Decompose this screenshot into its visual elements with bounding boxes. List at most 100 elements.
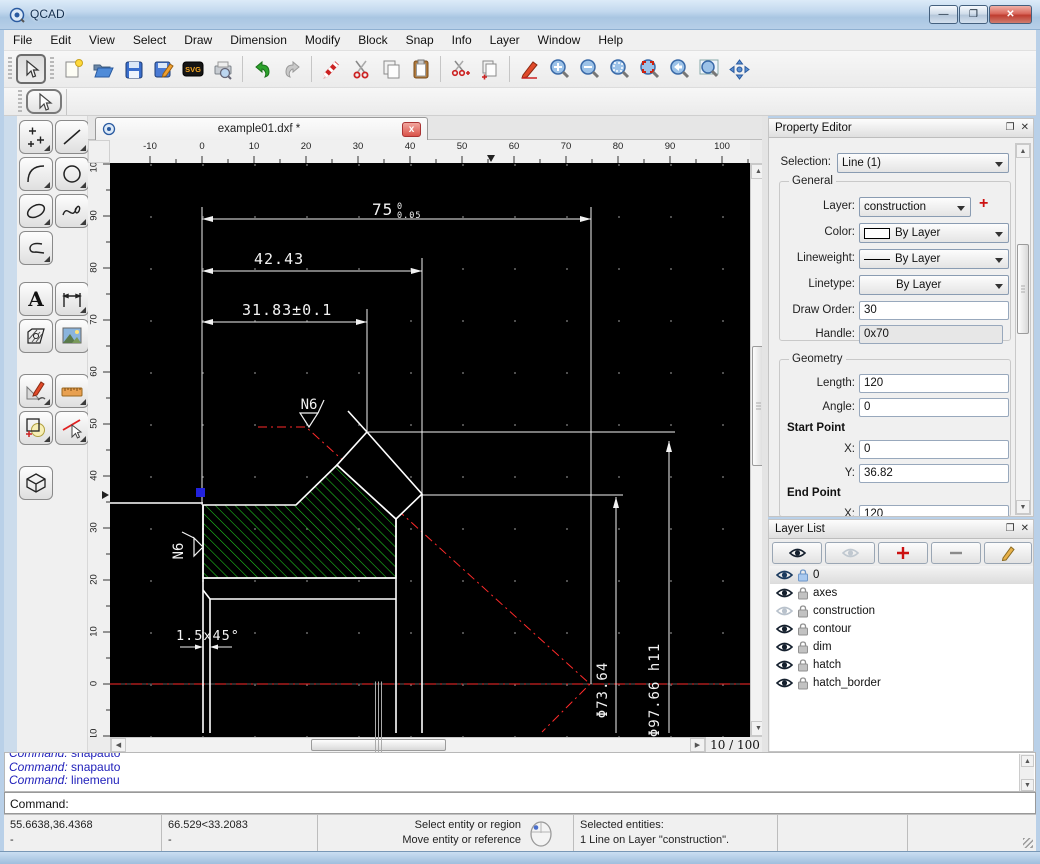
menu-view[interactable]: View — [80, 31, 124, 49]
layer-row-dim[interactable]: dim — [770, 638, 1034, 656]
menu-draw[interactable]: Draw — [175, 31, 221, 49]
cut-with-reference-button[interactable] — [445, 54, 475, 84]
print-preview-button[interactable] — [208, 54, 238, 84]
image-tool-button[interactable] — [55, 319, 89, 353]
drawing-canvas[interactable]: 75 0 0.05 42.43 31.83±0.1 1.5x45° Φ73.64… — [110, 163, 750, 737]
new-file-button[interactable] — [58, 54, 88, 84]
selection-dropdown[interactable]: Line (1) — [837, 153, 1009, 173]
save-button[interactable] — [118, 54, 148, 84]
scroll-thumb[interactable] — [1017, 244, 1029, 334]
scroll-left-button[interactable]: ◀ — [111, 738, 126, 752]
delete-button[interactable] — [316, 54, 346, 84]
cut-button[interactable] — [346, 54, 376, 84]
float-panel-icon[interactable]: ❐ — [1006, 122, 1015, 133]
layer-dropdown[interactable]: construction — [859, 197, 971, 217]
canvas-horizontal-scrollbar[interactable]: ◀ ▶ — [110, 737, 706, 753]
edit-layer-button[interactable] — [984, 542, 1032, 564]
selection-tool-button[interactable] — [16, 54, 46, 84]
text-tool-button[interactable]: A — [19, 282, 53, 316]
modify-tool-button[interactable] — [19, 411, 53, 445]
close-panel-icon[interactable]: ✕ — [1021, 523, 1029, 534]
history-scrollbar[interactable]: ▲ ▼ — [1019, 754, 1034, 792]
menu-snap[interactable]: Snap — [397, 31, 443, 49]
layer-row-0[interactable]: 0 — [770, 566, 1034, 584]
layer-row-hatch-border[interactable]: hatch_border — [770, 674, 1034, 692]
block-tool-button[interactable] — [19, 466, 53, 500]
zoom-window-button[interactable] — [694, 54, 724, 84]
menu-select[interactable]: Select — [124, 31, 175, 49]
add-custom-property-button[interactable]: + — [979, 195, 988, 213]
open-file-button[interactable] — [88, 54, 118, 84]
menu-dimension[interactable]: Dimension — [221, 31, 296, 49]
copy-with-reference-button[interactable] — [475, 54, 505, 84]
menu-file[interactable]: File — [4, 31, 41, 49]
auto-zoom-button[interactable] — [604, 54, 634, 84]
hide-all-layers-button[interactable] — [825, 542, 875, 564]
back-to-selection-button[interactable] — [26, 89, 62, 114]
info-tool-button[interactable] — [19, 374, 53, 408]
menu-modify[interactable]: Modify — [296, 31, 349, 49]
end-x-input[interactable]: 120 — [859, 505, 1009, 517]
show-all-layers-button[interactable] — [772, 542, 822, 564]
close-panel-icon[interactable]: ✕ — [1021, 122, 1029, 133]
menu-edit[interactable]: Edit — [41, 31, 80, 49]
scroll-up-button[interactable]: ▲ — [1021, 755, 1034, 767]
hatch-tool-button[interactable] — [19, 319, 53, 353]
layer-row-contour[interactable]: contour — [770, 620, 1034, 638]
minimize-button[interactable]: — — [929, 5, 958, 24]
linetype-dropdown[interactable]: By Layer — [859, 275, 1009, 295]
close-button[interactable]: ✕ — [989, 5, 1032, 24]
zoom-to-selection-button[interactable] — [634, 54, 664, 84]
point-tool-button[interactable] — [19, 120, 53, 154]
previous-view-button[interactable] — [664, 54, 694, 84]
layer-row-hatch[interactable]: hatch — [770, 656, 1034, 674]
scroll-right-button[interactable]: ▶ — [690, 738, 705, 752]
line-tool-button[interactable] — [55, 120, 89, 154]
redo-button[interactable] — [277, 54, 307, 84]
paste-button[interactable] — [406, 54, 436, 84]
svg-export-button[interactable]: SVG — [178, 54, 208, 84]
color-dropdown[interactable]: By Layer — [859, 223, 1009, 243]
scroll-up-button[interactable]: ▲ — [1016, 144, 1030, 158]
add-layer-button[interactable] — [878, 542, 928, 564]
spline-tool-button[interactable] — [55, 194, 89, 228]
start-x-input[interactable]: 0 — [859, 440, 1009, 459]
selection-handle[interactable] — [196, 488, 205, 497]
maximize-button[interactable]: ❐ — [959, 5, 988, 24]
undo-button[interactable] — [247, 54, 277, 84]
copy-button[interactable] — [376, 54, 406, 84]
resize-grip[interactable] — [1023, 838, 1033, 848]
menu-info[interactable]: Info — [443, 31, 481, 49]
layer-row-construction[interactable]: construction — [770, 602, 1034, 620]
circle-tool-button[interactable] — [55, 157, 89, 191]
remove-layer-button[interactable] — [931, 542, 981, 564]
polyline-tool-button[interactable] — [19, 231, 53, 265]
float-panel-icon[interactable]: ❐ — [1006, 523, 1015, 534]
tab-close-button[interactable]: x — [402, 122, 421, 137]
horizontal-scroll-thumb[interactable] — [311, 739, 446, 751]
length-input[interactable]: 120 — [859, 374, 1009, 393]
draw-pencil-button[interactable] — [514, 54, 544, 84]
title-bar[interactable]: QCAD — ❐ ✕ — [0, 0, 1040, 30]
dimension-tool-button[interactable] — [55, 282, 89, 316]
layer-row-axes[interactable]: axes — [770, 584, 1034, 602]
property-editor-scrollbar[interactable]: ▲ ▼ — [1015, 143, 1031, 515]
document-tab[interactable]: example01.dxf * x — [95, 117, 428, 140]
angle-input[interactable]: 0 — [859, 398, 1009, 417]
ellipse-tool-button[interactable] — [19, 194, 53, 228]
property-editor-title[interactable]: Property Editor — [769, 119, 1033, 138]
save-as-button[interactable] — [148, 54, 178, 84]
zoom-out-button[interactable] — [574, 54, 604, 84]
snap-tool-button[interactable] — [55, 411, 89, 445]
menu-layer[interactable]: Layer — [481, 31, 529, 49]
command-history[interactable]: Command: snapauto Command: snapauto Comm… — [4, 752, 1036, 792]
menu-window[interactable]: Window — [529, 31, 590, 49]
layer-list-title[interactable]: Layer List — [769, 520, 1033, 539]
lineweight-dropdown[interactable]: By Layer — [859, 249, 1009, 269]
pan-button[interactable] — [724, 54, 754, 84]
scroll-down-button[interactable]: ▼ — [1016, 500, 1030, 514]
draw-order-input[interactable]: 30 — [859, 301, 1009, 320]
menu-help[interactable]: Help — [589, 31, 632, 49]
start-y-input[interactable]: 36.82 — [859, 464, 1009, 483]
arc-tool-button[interactable] — [19, 157, 53, 191]
